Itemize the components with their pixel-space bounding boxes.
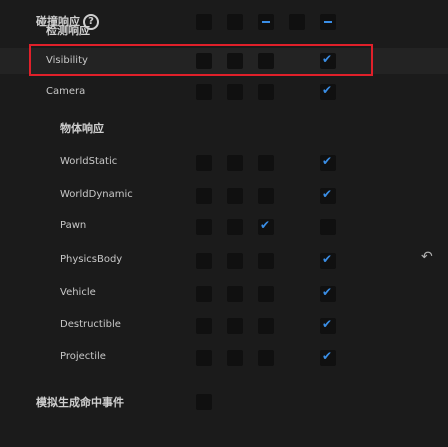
vehicle-col3-checkbox[interactable] [258,286,274,302]
list-item: Vehicle [0,282,448,306]
simulation-hit-events-label: 模拟生成命中事件 [36,396,124,409]
physicsbody-block-checkbox[interactable] [320,252,336,269]
camera-label: Camera [46,86,86,97]
vehicle-block-checkbox[interactable] [320,285,336,302]
projectile-col3-checkbox[interactable] [258,350,274,366]
row-label: PhysicsBody [60,254,123,265]
object-response-header-row: 物体响应 [0,116,448,140]
camera-col3-checkbox[interactable] [258,84,274,100]
destructible-overlap-checkbox[interactable] [227,318,243,334]
row-label: Projectile [60,351,106,362]
list-item: Pawn [0,215,448,239]
pawn-block-checkbox[interactable] [320,219,336,235]
block-indeterminate-checkbox[interactable] [258,14,274,30]
pawn-ignore-checkbox[interactable] [196,219,212,235]
row-label: WorldStatic [60,156,118,167]
pawn-col3-checkbox[interactable] [258,218,274,235]
pawn-overlap-checkbox[interactable] [227,219,243,235]
ignore-all-checkbox[interactable] [196,14,212,30]
block-indeterminate-checkbox-2[interactable] [320,14,336,30]
vehicle-overlap-checkbox[interactable] [227,286,243,302]
worlddynamic-block-checkbox[interactable] [320,187,336,204]
projectile-ignore-checkbox[interactable] [196,350,212,366]
destructible-block-checkbox[interactable] [320,317,336,334]
camera-row: Camera [0,80,448,104]
row-label: Vehicle [60,287,96,298]
worldstatic-block-checkbox[interactable] [320,154,336,171]
simulation-hit-events-row: 模拟生成命中事件 [0,385,448,415]
object-response-header: 物体响应 [60,122,104,135]
vehicle-ignore-checkbox[interactable] [196,286,212,302]
projectile-overlap-checkbox[interactable] [227,350,243,366]
worldstatic-col3-checkbox[interactable] [258,155,274,171]
simulation-hit-events-checkbox[interactable] [196,394,212,410]
highlight-box [29,44,373,76]
physicsbody-ignore-checkbox[interactable] [196,253,212,269]
trace-response-header: 检测响应 [46,24,90,37]
row-label: Destructible [60,319,121,330]
list-item: WorldStatic [0,151,448,175]
worldstatic-ignore-checkbox[interactable] [196,155,212,171]
overlap-all-checkbox[interactable] [227,14,243,30]
list-item: WorldDynamic [0,184,448,208]
projectile-block-checkbox[interactable] [320,349,336,366]
destructible-ignore-checkbox[interactable] [196,318,212,334]
camera-block-checkbox[interactable] [320,83,336,100]
row-label: Pawn [60,220,87,231]
physicsbody-overlap-checkbox[interactable] [227,253,243,269]
worldstatic-overlap-checkbox[interactable] [227,155,243,171]
worlddynamic-ignore-checkbox[interactable] [196,188,212,204]
list-item: Projectile [0,346,448,370]
physicsbody-col3-checkbox[interactable] [258,253,274,269]
row-label: WorldDynamic [60,189,133,200]
camera-overlap-checkbox[interactable] [227,84,243,100]
worlddynamic-overlap-checkbox[interactable] [227,188,243,204]
worlddynamic-col3-checkbox[interactable] [258,188,274,204]
destructible-col3-checkbox[interactable] [258,318,274,334]
camera-ignore-checkbox[interactable] [196,84,212,100]
col4-checkbox[interactable] [289,14,305,30]
list-item: Destructible [0,314,448,338]
list-item: PhysicsBody [0,249,448,273]
